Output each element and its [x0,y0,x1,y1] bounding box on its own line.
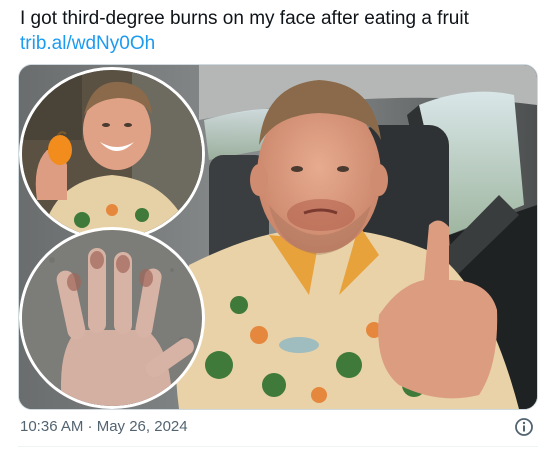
tweet-timestamp[interactable]: 10:36 AM · May 26, 2024 [20,418,188,435]
info-icon[interactable] [514,417,534,437]
inset-photo-bottom[interactable] [19,227,205,409]
tweet-link[interactable]: trib.al/wdNy0Oh [20,31,540,56]
tweet-body: I got third-degree burns on my face afte… [20,8,469,29]
divider [18,446,538,447]
tweet-media[interactable] [18,64,538,410]
tweet-text: I got third-degree burns on my face afte… [20,6,540,56]
inset-photo-top[interactable] [19,67,205,241]
